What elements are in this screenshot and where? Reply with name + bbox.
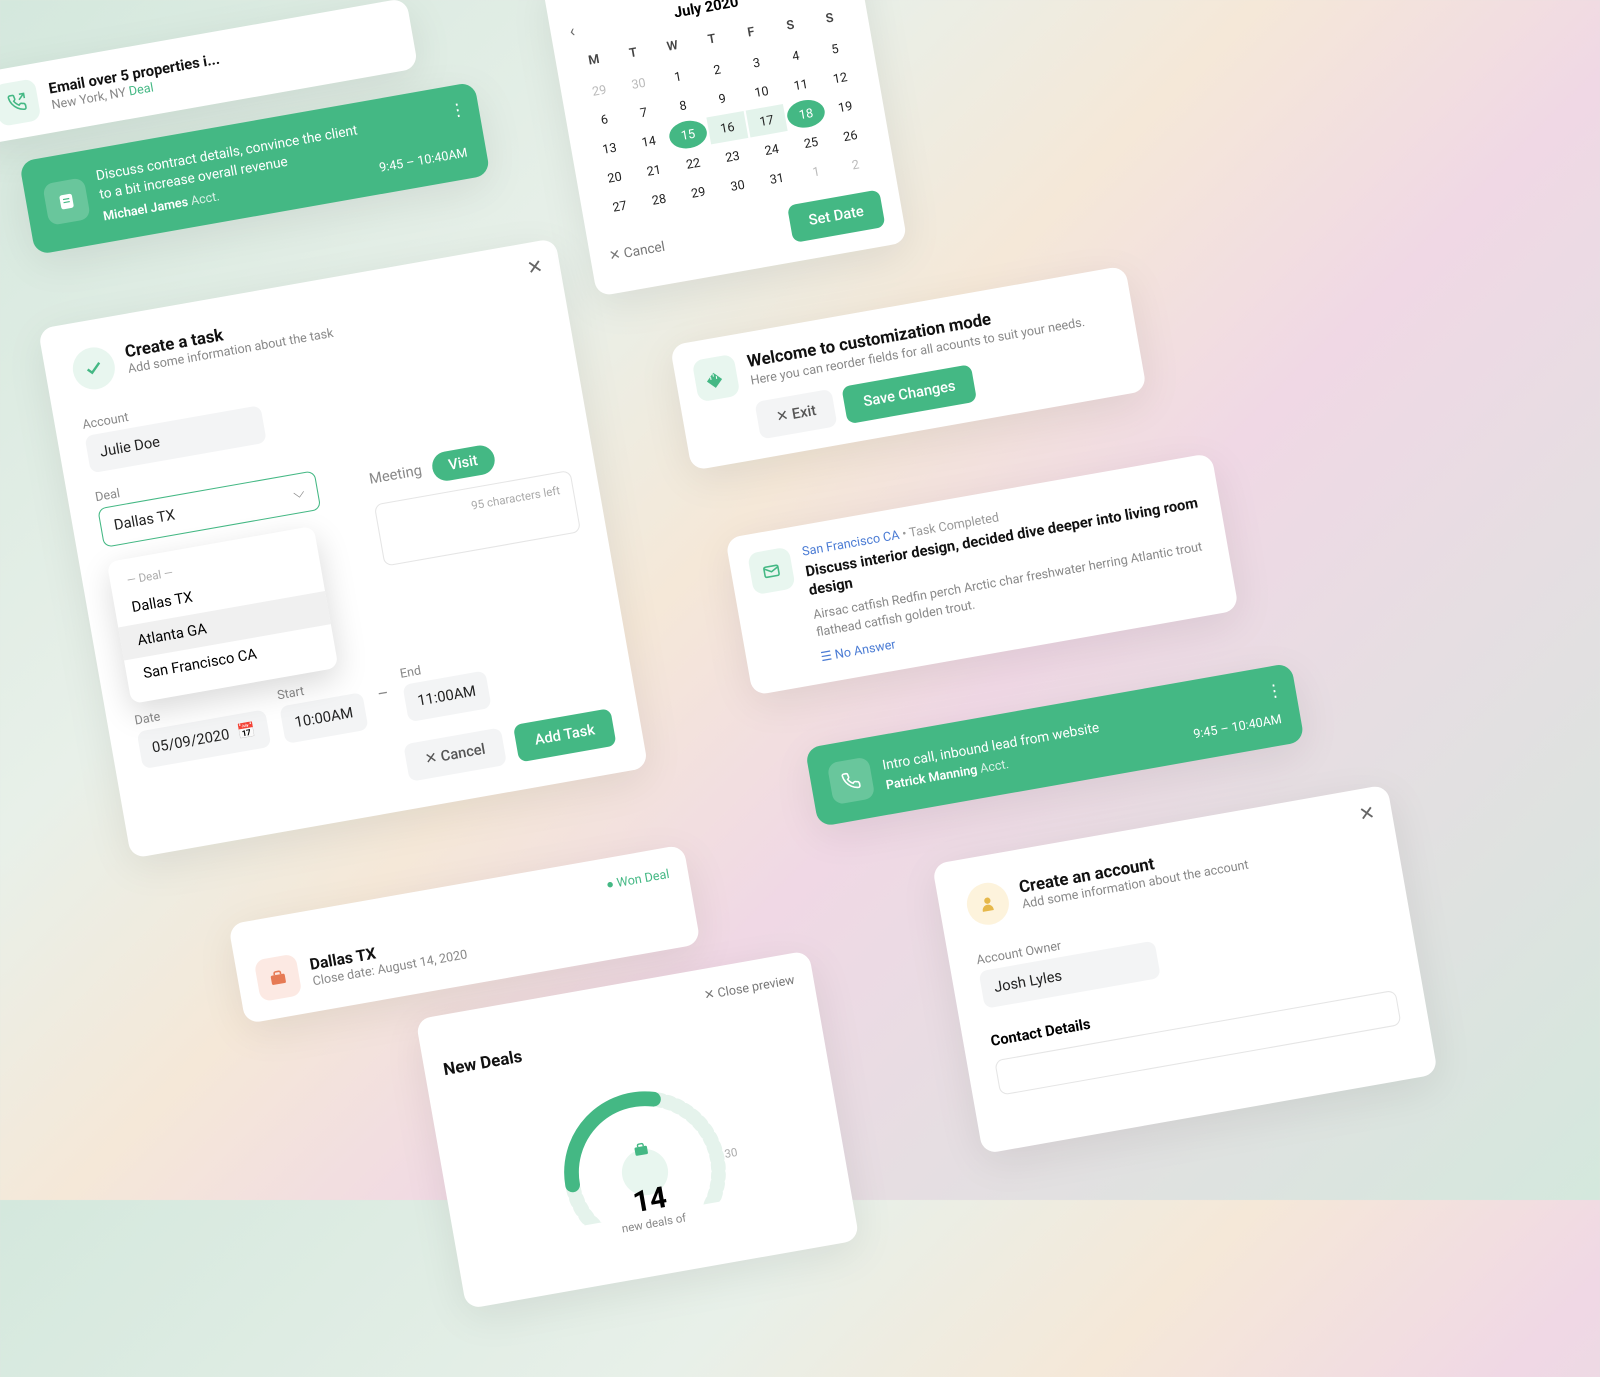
more-icon[interactable]: ⋮ [448,99,466,121]
cal-day[interactable]: 5 [814,32,856,65]
cal-day[interactable]: 16 [706,111,748,144]
cal-day[interactable]: 1 [657,60,699,93]
user-icon [964,879,1013,928]
create-task-card: ✕ Create a task Add some information abo… [38,238,648,859]
cal-day[interactable]: 19 [824,90,866,123]
cal-day[interactable]: 6 [583,103,625,136]
cal-day[interactable]: 14 [628,125,670,158]
meeting-time: 9:45 – 10:40AM [378,145,469,175]
more-icon[interactable]: ⋮ [1264,680,1282,702]
exit-button[interactable]: ✕ Exit [754,389,838,440]
cal-day[interactable]: 2 [696,53,738,86]
cal-day[interactable]: 30 [618,67,660,100]
calendar-icon: 📅 [236,722,257,742]
create-account-card: ✕ Create an account Add some information… [932,784,1438,1154]
cal-day[interactable]: 1 [795,155,837,188]
cal-day[interactable]: 12 [819,61,861,94]
chevron-down-icon: ⌵ [292,484,306,502]
cancel-button[interactable]: ✕ Cancel [403,727,507,781]
cal-day[interactable]: 8 [662,89,704,122]
cal-day[interactable]: 3 [735,46,777,79]
calendar-card: Select Date ‹ July 2020 › MTWTFSS 293012… [542,0,907,297]
cal-day[interactable]: 10 [741,75,783,108]
cal-day[interactable]: 25 [790,126,832,159]
cal-day[interactable]: 17 [746,104,788,137]
save-changes-button[interactable]: Save Changes [842,364,977,424]
cal-day[interactable]: 28 [638,183,680,216]
cal-day[interactable]: 2 [834,148,876,181]
cal-day[interactable]: 18 [785,97,827,130]
cal-day[interactable]: 23 [712,140,754,173]
close-icon[interactable]: ✕ [1357,802,1376,826]
ruler-icon [692,354,741,403]
cal-day[interactable]: 26 [829,119,871,152]
cal-day[interactable]: 9 [701,82,743,115]
cal-day[interactable]: 22 [672,147,714,180]
cal-day[interactable]: 30 [717,169,759,202]
note-icon [42,177,91,226]
calendar-cancel[interactable]: ✕ Cancel [608,239,666,264]
cal-day[interactable]: 4 [775,39,817,72]
check-icon [70,344,119,393]
mail-icon [747,547,796,596]
cal-day[interactable]: 7 [623,96,665,129]
cal-day[interactable]: 13 [589,132,631,165]
completed-task-card[interactable]: San Francisco CA • Task Completed Discus… [725,453,1239,696]
briefcase-icon [254,953,303,1002]
new-deals-card: ✕ Close preview New Deals 30 14 new deal… [416,950,860,1309]
cal-day[interactable]: 24 [751,133,793,166]
type-visit[interactable]: Visit [430,443,497,483]
customization-card: Welcome to customization mode Here you c… [670,266,1147,471]
phone-icon [827,756,876,805]
close-icon[interactable]: ✕ [525,255,544,279]
intro-call-card[interactable]: ⋮ Intro call, inbound lead from website … [805,663,1305,827]
cal-day[interactable]: 15 [667,118,709,151]
add-task-button[interactable]: Add Task [513,708,617,762]
deal-dropdown: — Deal — Dallas TX Atlanta GA San Franci… [107,526,339,704]
type-meeting[interactable]: Meeting [368,462,423,488]
month-label: July 2020 [673,0,740,21]
prev-month-icon[interactable]: ‹ [568,21,576,42]
set-date-button[interactable]: Set Date [787,189,886,242]
cal-day[interactable]: 31 [756,162,798,195]
cal-day[interactable]: 11 [780,68,822,101]
phone-out-icon [0,78,41,127]
cal-day[interactable]: 29 [677,176,719,209]
cal-day[interactable]: 29 [578,74,620,107]
cal-day[interactable]: 21 [633,154,675,187]
cal-day[interactable]: 20 [594,161,636,194]
cal-day[interactable]: 27 [599,190,641,223]
